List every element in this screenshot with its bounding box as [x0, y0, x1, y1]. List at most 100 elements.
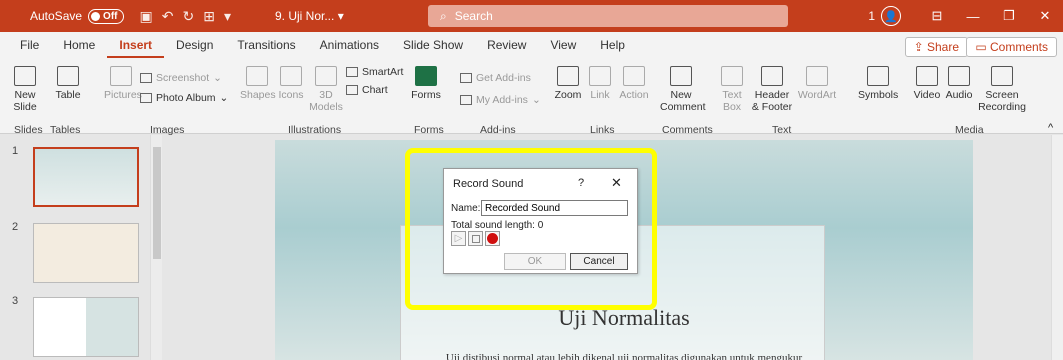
slide-thumbnail-1[interactable] [33, 147, 139, 207]
tab-transitions[interactable]: Transitions [225, 32, 307, 58]
restore-button[interactable]: ❐ [991, 8, 1027, 24]
video-button[interactable]: Video [912, 66, 942, 101]
chart-button[interactable]: Chart [346, 84, 388, 96]
record-sound-dialog: Record Sound ? ✕ Name: Total sound lengt… [443, 168, 638, 274]
action-button[interactable]: Action [617, 66, 651, 101]
get-addins-button[interactable]: Get Add-ins [460, 72, 531, 84]
new-slide-icon [14, 66, 36, 86]
redo-icon[interactable]: ↻ [182, 8, 194, 25]
comments-button[interactable]: ▭ Comments [966, 37, 1057, 57]
group-illustrations: Illustrations [288, 124, 342, 136]
slide-number: 1 [12, 145, 19, 157]
3d-models-button[interactable]: 3D Models [308, 66, 344, 113]
tab-slide-show[interactable]: Slide Show [391, 32, 475, 58]
group-comments: Comments [662, 124, 713, 136]
share-button[interactable]: ⇪ Share [904, 37, 968, 57]
notification-badge: 1 [868, 9, 875, 23]
header-footer-button[interactable]: Header & Footer [750, 66, 794, 113]
tab-animations[interactable]: Animations [308, 32, 391, 58]
tab-file[interactable]: File [0, 32, 51, 58]
record-icon [488, 234, 497, 243]
play-button[interactable]: ▷ [451, 231, 466, 246]
name-label: Name: [451, 203, 481, 214]
title-bar: AutoSave Off ▣ ↶ ↻ ⊞ ▾ 9. Uji Nor... ▾ ⌕… [0, 0, 1063, 32]
editor-scrollbar[interactable] [1051, 135, 1063, 360]
video-icon [916, 66, 938, 86]
autosave-toggle[interactable]: Off [88, 8, 124, 24]
slide-body-text[interactable]: Uji distibusi normal atau lebih dikenal … [275, 352, 973, 360]
screenshot-button[interactable]: Screenshot ⌄ [140, 72, 222, 84]
pictures-button[interactable]: Pictures [104, 66, 142, 101]
forms-button[interactable]: Forms [410, 66, 442, 101]
document-title[interactable]: 9. Uji Nor... ▾ [275, 9, 344, 23]
close-button[interactable]: ✕ [1027, 8, 1063, 24]
table-icon [57, 66, 79, 86]
record-button[interactable] [485, 231, 500, 246]
cancel-button[interactable]: Cancel [570, 253, 628, 270]
icons-button[interactable]: Icons [276, 66, 306, 101]
group-forms: Forms [414, 124, 444, 136]
shapes-button[interactable]: Shapes [240, 66, 276, 101]
text-box-button[interactable]: Text Box [718, 66, 746, 113]
smartart-button[interactable]: SmartArt [346, 66, 403, 78]
link-button[interactable]: Link [586, 66, 614, 101]
thumbnail-scrollbar[interactable] [150, 135, 162, 360]
undo-icon[interactable]: ↶ [162, 8, 174, 25]
ok-button[interactable]: OK [504, 253, 566, 270]
search-placeholder: Search [454, 9, 493, 23]
tab-review[interactable]: Review [475, 32, 538, 58]
text-box-icon [721, 66, 743, 86]
shapes-icon [246, 66, 268, 86]
screen-recording-button[interactable]: Screen Recording [978, 66, 1026, 113]
wordart-button[interactable]: WordArt [797, 66, 837, 101]
link-icon [589, 66, 611, 86]
slide-thumbnail-3[interactable] [33, 297, 139, 357]
tab-insert[interactable]: Insert [107, 32, 165, 58]
tab-design[interactable]: Design [164, 32, 225, 58]
ribbon: New Slide Table Pictures Screenshot ⌄ Ph… [0, 58, 1063, 134]
search-box[interactable]: ⌕ Search [428, 5, 788, 27]
avatar[interactable]: 👤 [881, 6, 901, 26]
photo-album-button[interactable]: Photo Album ⌄ [140, 92, 228, 104]
ribbon-tabs: File Home Insert Design Transitions Anim… [0, 32, 1063, 58]
my-addins-button[interactable]: My Add-ins ⌄ [460, 94, 541, 106]
screenshot-icon [140, 73, 152, 83]
chart-icon [346, 85, 358, 95]
table-button[interactable]: Table [50, 66, 86, 101]
audio-button[interactable]: Audio [943, 66, 975, 101]
minimize-button[interactable]: — [955, 9, 991, 24]
omega-icon [867, 66, 889, 86]
customize-qat-icon[interactable]: ▾ [224, 8, 231, 25]
addins-icon [460, 95, 472, 105]
save-icon[interactable]: ▣ [140, 8, 153, 25]
sound-length-label: Total sound length: 0 [451, 220, 544, 231]
pictures-icon [110, 66, 132, 86]
tab-view[interactable]: View [538, 32, 588, 58]
tab-home[interactable]: Home [51, 32, 107, 58]
tab-help[interactable]: Help [588, 32, 637, 58]
help-icon[interactable]: ? [578, 177, 584, 189]
header-footer-icon [761, 66, 783, 86]
autosave-label: AutoSave [30, 9, 83, 23]
close-icon[interactable]: ✕ [611, 175, 622, 191]
new-slide-button[interactable]: New Slide [8, 66, 42, 113]
3d-models-icon [315, 66, 337, 86]
new-comment-button[interactable]: New Comment [660, 66, 706, 113]
group-media: Media [955, 124, 984, 136]
quick-access-toolbar: ▣ ↶ ↻ ⊞ ▾ [140, 8, 231, 25]
store-icon [460, 73, 472, 83]
action-icon [623, 66, 645, 86]
ribbon-display-icon[interactable]: ⊟ [919, 8, 955, 24]
group-text: Text [772, 124, 792, 136]
sound-name-input[interactable] [481, 200, 628, 216]
collapse-ribbon-icon[interactable]: ^ [1048, 122, 1053, 134]
play-icon: ▷ [454, 233, 463, 244]
stop-icon [471, 234, 480, 243]
zoom-icon [557, 66, 579, 86]
slide-thumbnail-2[interactable] [33, 223, 139, 283]
photo-album-icon [140, 93, 152, 103]
stop-button[interactable] [468, 231, 483, 246]
presenter-icon[interactable]: ⊞ [203, 8, 215, 25]
symbols-button[interactable]: Symbols [858, 66, 898, 101]
zoom-button[interactable]: Zoom [553, 66, 583, 101]
